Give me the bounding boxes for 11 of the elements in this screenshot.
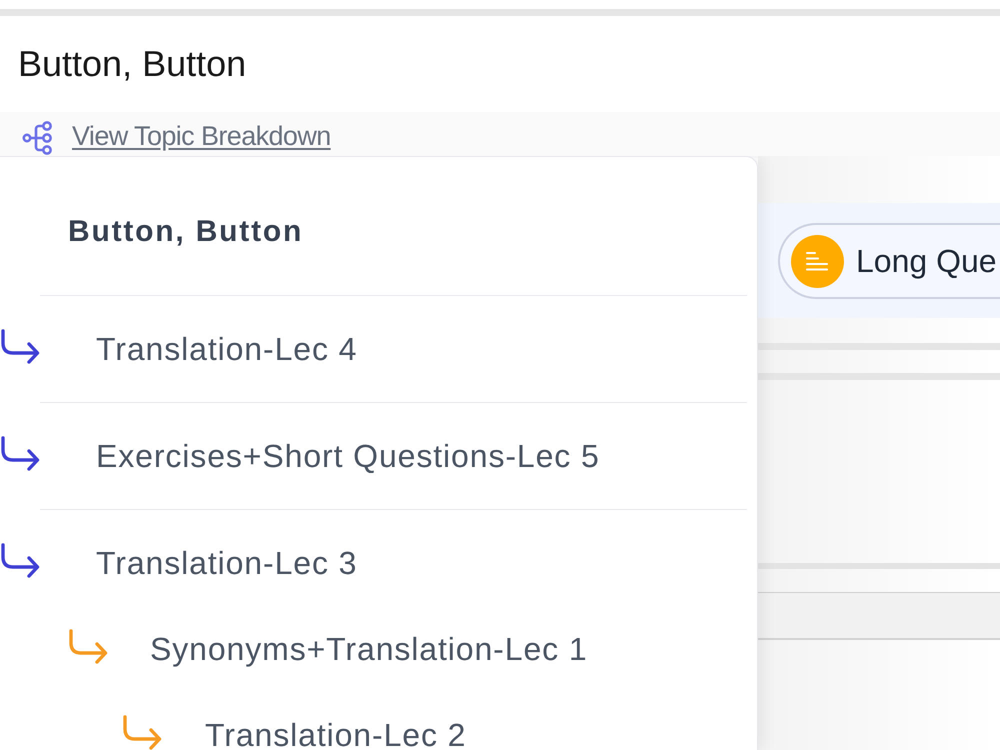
topic-item[interactable]: Synonyms+Translation-Lec 1 (68, 625, 588, 673)
topic-breakdown-link[interactable]: View Topic Breakdown (72, 120, 331, 152)
topic-item[interactable]: Translation-Lec 2 (122, 711, 466, 750)
category-chip[interactable]: Long Que (778, 223, 1000, 299)
topic-item[interactable]: Translation-Lec 3 (0, 539, 358, 587)
topic-item[interactable]: Exercises+Short Questions-Lec 5 (0, 432, 600, 480)
popup-heading: Button, Button (68, 214, 304, 250)
curved-arrow-icon (122, 715, 162, 750)
page-title: Button, Button (18, 42, 246, 86)
text-lines-icon (791, 234, 844, 288)
topic-item[interactable]: Translation-Lec 4 (0, 325, 358, 373)
